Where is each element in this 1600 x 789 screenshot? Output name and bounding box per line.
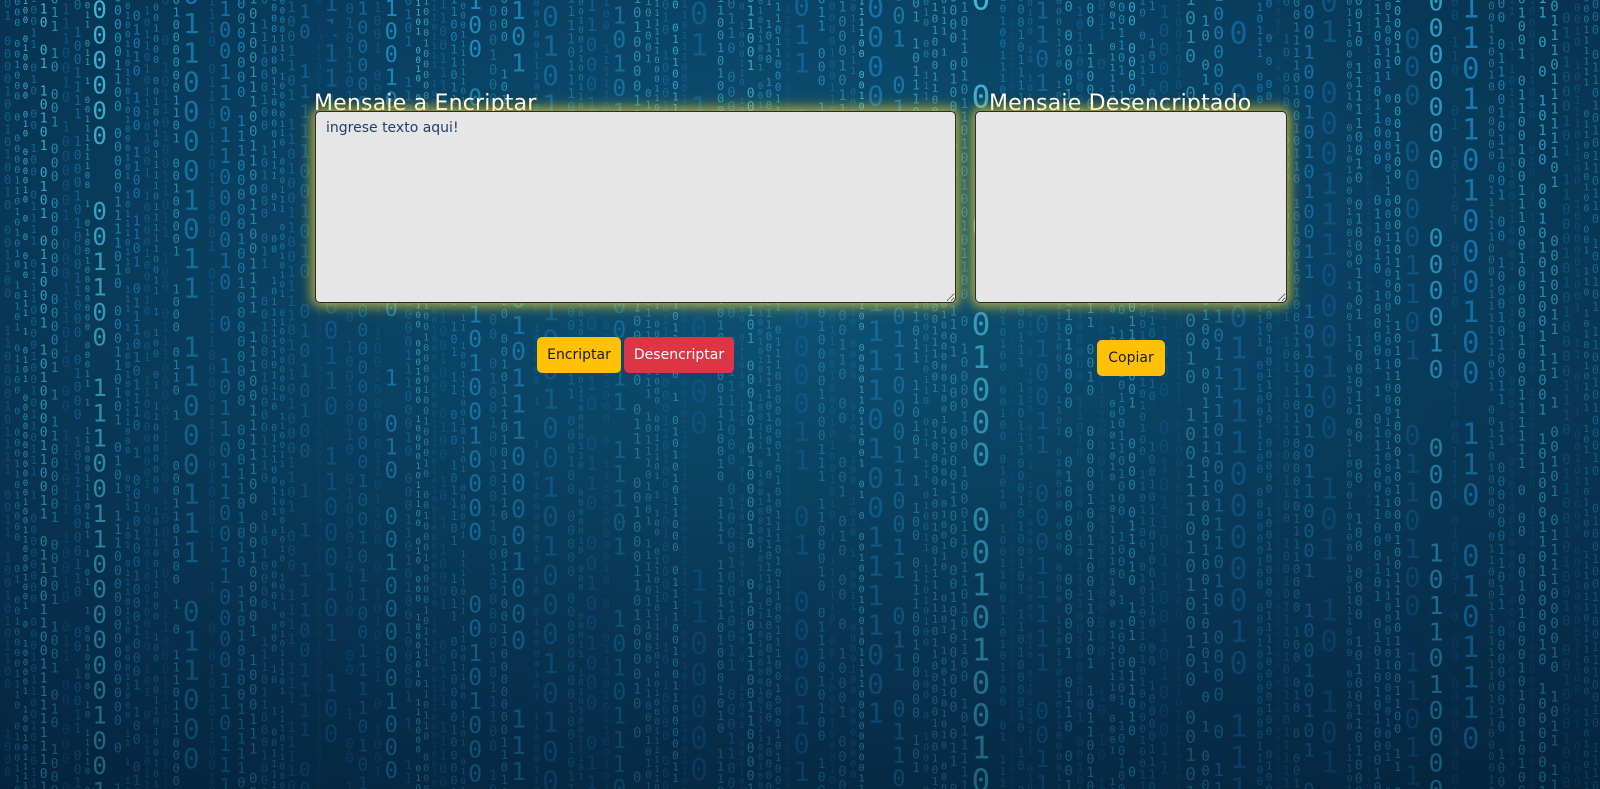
decrypted-message-output[interactable] — [975, 111, 1287, 303]
encrypt-button[interactable]: Encriptar — [537, 337, 621, 373]
logo: a — [312, 8, 336, 52]
decrypt-button[interactable]: Desencriptar — [624, 337, 734, 373]
encrypt-message-input[interactable] — [315, 111, 956, 303]
copy-button[interactable]: Copiar — [1097, 340, 1165, 376]
